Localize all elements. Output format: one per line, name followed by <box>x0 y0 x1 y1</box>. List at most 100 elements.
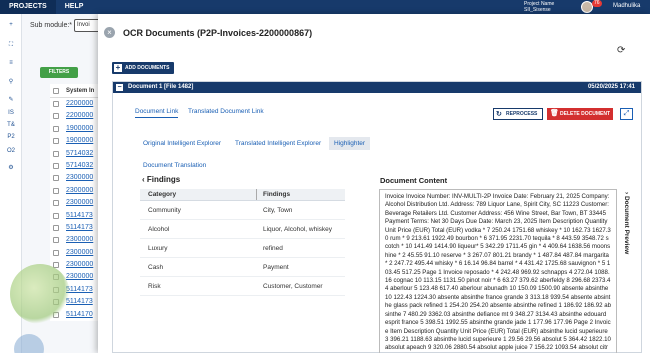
findings-row: Community City, Town <box>140 201 345 220</box>
decorative-blob <box>10 264 70 324</box>
findings-table: Category Findings Community City, Town Alc… <box>140 189 345 296</box>
rail-item-ta[interactable]: T& <box>5 122 17 128</box>
row-checkbox[interactable] <box>53 138 59 145</box>
top-nav-bar: PROJECTS HELP Project Name SII_Sisense 7… <box>0 0 650 14</box>
document-panel: − Document 1 [File 1482] 05/20/2025 17:4… <box>112 81 642 353</box>
row-link[interactable]: 2300000 <box>66 236 93 243</box>
findings-cell: City, Town <box>263 207 293 214</box>
row-link[interactable]: 2200000 <box>66 100 93 107</box>
findings-title-label: Findings <box>146 175 181 184</box>
document-preview-label: Document Preview <box>623 195 630 255</box>
row-link[interactable]: 5114173 <box>66 286 93 293</box>
category-cell: Risk <box>148 283 161 290</box>
category-cell: Cash <box>148 264 164 271</box>
nav-tab-projects[interactable]: PROJECTS <box>0 0 56 14</box>
header-findings[interactable]: Findings <box>257 189 345 200</box>
document-header-title: Document 1 [File 1482] <box>128 84 194 90</box>
rail-item-p2[interactable]: P2 <box>5 134 17 140</box>
rail-item-o2[interactable]: O2 <box>5 148 17 154</box>
document-content-title: Document Content <box>380 176 448 185</box>
row-checkbox[interactable] <box>53 249 59 256</box>
findings-row: Luxury refined <box>140 239 345 258</box>
header-category[interactable]: Category <box>140 189 257 200</box>
findings-cell: Customer, Customer <box>263 283 323 290</box>
row-checkbox[interactable] <box>53 150 59 157</box>
document-date: 05/20/2025 17:41 <box>587 84 635 90</box>
decorative-blob <box>14 334 44 353</box>
ocr-documents-modal: × OCR Documents (P2P-Invoices-2200000867… <box>98 14 650 353</box>
collapse-icon[interactable]: − <box>116 84 123 91</box>
row-link[interactable]: 1900000 <box>66 125 93 132</box>
delete-label: DELETE DOCUMENT <box>560 111 610 117</box>
findings-cell: refined <box>263 245 283 252</box>
row-checkbox[interactable] <box>53 125 59 132</box>
row-checkbox[interactable] <box>53 224 59 231</box>
row-link[interactable]: 2200000 <box>66 112 93 119</box>
refresh-icon[interactable]: ⟳ <box>617 45 625 56</box>
findings-row: Risk Customer, Customer <box>140 277 345 296</box>
document-header[interactable]: − Document 1 [File 1482] 05/20/2025 17:4… <box>113 82 641 93</box>
row-link[interactable]: 2300000 <box>66 273 93 280</box>
rail-item-search-icon[interactable]: ⚲ <box>5 78 17 85</box>
row-link[interactable]: 5114173 <box>66 224 93 231</box>
row-link[interactable]: 5114173 <box>66 298 93 305</box>
row-checkbox[interactable] <box>53 237 59 244</box>
row-link[interactable]: 2300000 <box>66 261 93 268</box>
row-checkbox[interactable] <box>53 113 59 120</box>
row-link[interactable]: 5714032 <box>66 162 93 169</box>
tab-document-translation[interactable]: Document Translation <box>143 162 206 169</box>
document-preview-toggle[interactable]: › Document Preview <box>623 192 630 254</box>
row-link[interactable]: 5114170 <box>66 311 93 318</box>
add-documents-button[interactable]: + ADD DOCUMENTS <box>112 62 174 74</box>
filters-button[interactable]: FILTERS <box>40 67 78 78</box>
findings-cell: Payment <box>263 264 289 271</box>
rail-item-edit-icon[interactable]: ✎ <box>5 96 17 103</box>
rail-item-add[interactable]: + <box>5 22 17 28</box>
rail-item-list-icon[interactable]: ≡ <box>5 60 17 66</box>
add-documents-label: ADD DOCUMENTS <box>125 65 170 71</box>
rail-item-hierarchy-icon[interactable]: ⛶ <box>5 42 17 49</box>
row-checkbox[interactable] <box>53 187 59 194</box>
reprocess-label: REPROCESS <box>506 111 538 117</box>
tab-original-intelligent-explorer[interactable]: Original Intelligent Explorer <box>143 140 221 147</box>
row-link[interactable]: 5114173 <box>66 212 93 219</box>
select-all-checkbox[interactable] <box>53 88 59 94</box>
user-name[interactable]: Madhulika <box>613 3 640 9</box>
row-checkbox[interactable] <box>53 101 59 107</box>
rail-item-is[interactable]: IS <box>5 110 17 116</box>
row-link[interactable]: 2300000 <box>66 174 93 181</box>
row-link[interactable]: 5714032 <box>66 150 93 157</box>
row-link[interactable]: 2300000 <box>66 249 93 256</box>
row-link[interactable]: 2300000 <box>66 187 93 194</box>
row-checkbox[interactable] <box>53 200 59 207</box>
sys-header-label: System In <box>66 88 95 94</box>
findings-title[interactable]: ‹ Findings <box>142 175 180 184</box>
findings-row: Alcohol Liquor, Alcohol, whiskey <box>140 220 345 239</box>
reprocess-button[interactable]: ↻ REPROCESS <box>493 108 543 120</box>
findings-row: Cash Payment <box>140 258 345 277</box>
project-info: Project Name SII_Sisense <box>524 1 554 13</box>
tab-highlighter[interactable]: Highlighter <box>329 137 371 150</box>
findings-table-header: Category Findings <box>140 189 345 201</box>
close-icon[interactable]: × <box>104 27 115 38</box>
document-content-box[interactable]: Invoice Invoice Number: INV-MULTI-2P Inv… <box>379 189 617 353</box>
modal-title: OCR Documents (P2P-Invoices-2200000867) <box>123 28 313 38</box>
delete-document-button[interactable]: 🗑 DELETE DOCUMENT <box>547 108 613 120</box>
row-checkbox[interactable] <box>53 175 59 182</box>
expand-icon[interactable]: ⤢ <box>620 108 633 120</box>
submodule-label: Sub module:* <box>30 22 73 29</box>
category-cell: Luxury <box>148 245 168 252</box>
nav-tab-help[interactable]: HELP <box>56 0 93 14</box>
notification-badge[interactable]: 76 <box>592 0 602 7</box>
category-cell: Community <box>148 207 181 214</box>
row-checkbox[interactable] <box>53 212 59 219</box>
project-value: SII_Sisense <box>524 7 551 13</box>
tab-translated-intelligent-explorer[interactable]: Translated Intelligent Explorer <box>235 140 321 147</box>
tab-translated-document-link[interactable]: Translated Document Link <box>188 108 264 115</box>
row-checkbox[interactable] <box>53 162 59 169</box>
rail-item-settings-icon[interactable]: ⚙ <box>5 164 17 171</box>
reprocess-icon: ↻ <box>496 111 502 118</box>
tab-document-link[interactable]: Document Link <box>135 108 179 118</box>
row-link[interactable]: 1900000 <box>66 137 93 144</box>
row-link[interactable]: 2300000 <box>66 199 93 206</box>
